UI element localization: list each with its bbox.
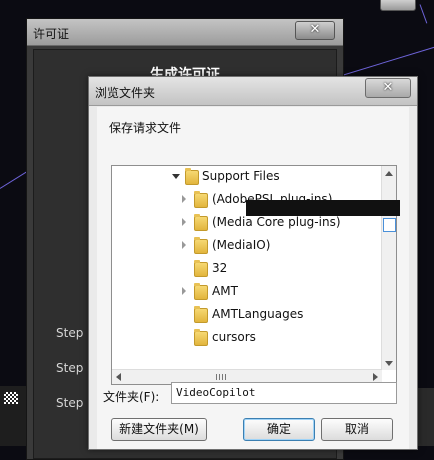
folder-icon	[194, 329, 208, 346]
folder-icon	[194, 191, 208, 208]
close-icon: ✕	[382, 80, 394, 95]
collapsed-arrow-icon[interactable]	[182, 287, 186, 295]
license-titlebar: 许可证 ✕	[27, 19, 343, 46]
tree-item-label: (MediaIO)	[212, 238, 271, 252]
folder-icon	[194, 306, 208, 323]
folder-icon	[194, 214, 208, 231]
tree-item-label: 32	[212, 261, 228, 275]
scroll-right-icon[interactable]	[373, 373, 378, 381]
scroll-left-icon[interactable]	[116, 373, 121, 381]
tree-item-label: AMT	[212, 284, 238, 298]
browse-dialog-title: 浏览文件夹	[95, 86, 156, 100]
license-window-title: 许可证	[33, 27, 70, 41]
scroll-up-icon[interactable]	[385, 171, 393, 176]
license-close-button[interactable]: ✕	[295, 21, 335, 40]
browse-close-button[interactable]: ✕	[365, 78, 411, 98]
scroll-grip-icon[interactable]	[216, 374, 226, 380]
folder-icon	[194, 283, 208, 300]
cancel-button[interactable]: 取消	[321, 418, 393, 441]
vertical-scrollbar[interactable]	[381, 166, 396, 370]
tree-item-label: Support Files	[202, 169, 280, 183]
ok-button[interactable]: 确定	[243, 418, 315, 441]
scroll-thumb[interactable]	[383, 218, 396, 232]
background-line	[331, 45, 434, 79]
folder-field-label: 文件夹(F):	[103, 390, 160, 404]
tree-item-label: AMTLanguages	[212, 307, 304, 321]
tree-item-label: cursors	[212, 330, 256, 344]
folder-input[interactable]: VideoCopilot	[171, 382, 397, 404]
folder-icon	[185, 168, 199, 185]
close-icon: ✕	[309, 22, 321, 37]
tooltip-overlay	[246, 200, 400, 216]
background-window-button[interactable]	[380, 0, 416, 11]
browse-titlebar: 浏览文件夹 ✕	[89, 77, 417, 106]
expanded-arrow-icon[interactable]	[172, 174, 180, 179]
collapsed-arrow-icon[interactable]	[182, 195, 186, 203]
browse-folder-dialog: 浏览文件夹 ✕ 保存请求文件 Support Files (AdobePSL p…	[88, 76, 418, 450]
collapsed-arrow-icon[interactable]	[182, 218, 186, 226]
folder-tree[interactable]: Support Files (AdobePSL plug-ins) (Media…	[111, 165, 397, 385]
browse-prompt: 保存请求文件	[109, 121, 182, 135]
scroll-down-icon[interactable]	[385, 361, 393, 366]
collapsed-arrow-icon[interactable]	[182, 241, 186, 249]
checkerboard-icon	[4, 392, 18, 404]
folder-icon	[194, 237, 208, 254]
new-folder-button[interactable]: 新建文件夹(M)	[111, 418, 207, 441]
folder-icon	[194, 260, 208, 277]
background-line	[419, 4, 428, 24]
